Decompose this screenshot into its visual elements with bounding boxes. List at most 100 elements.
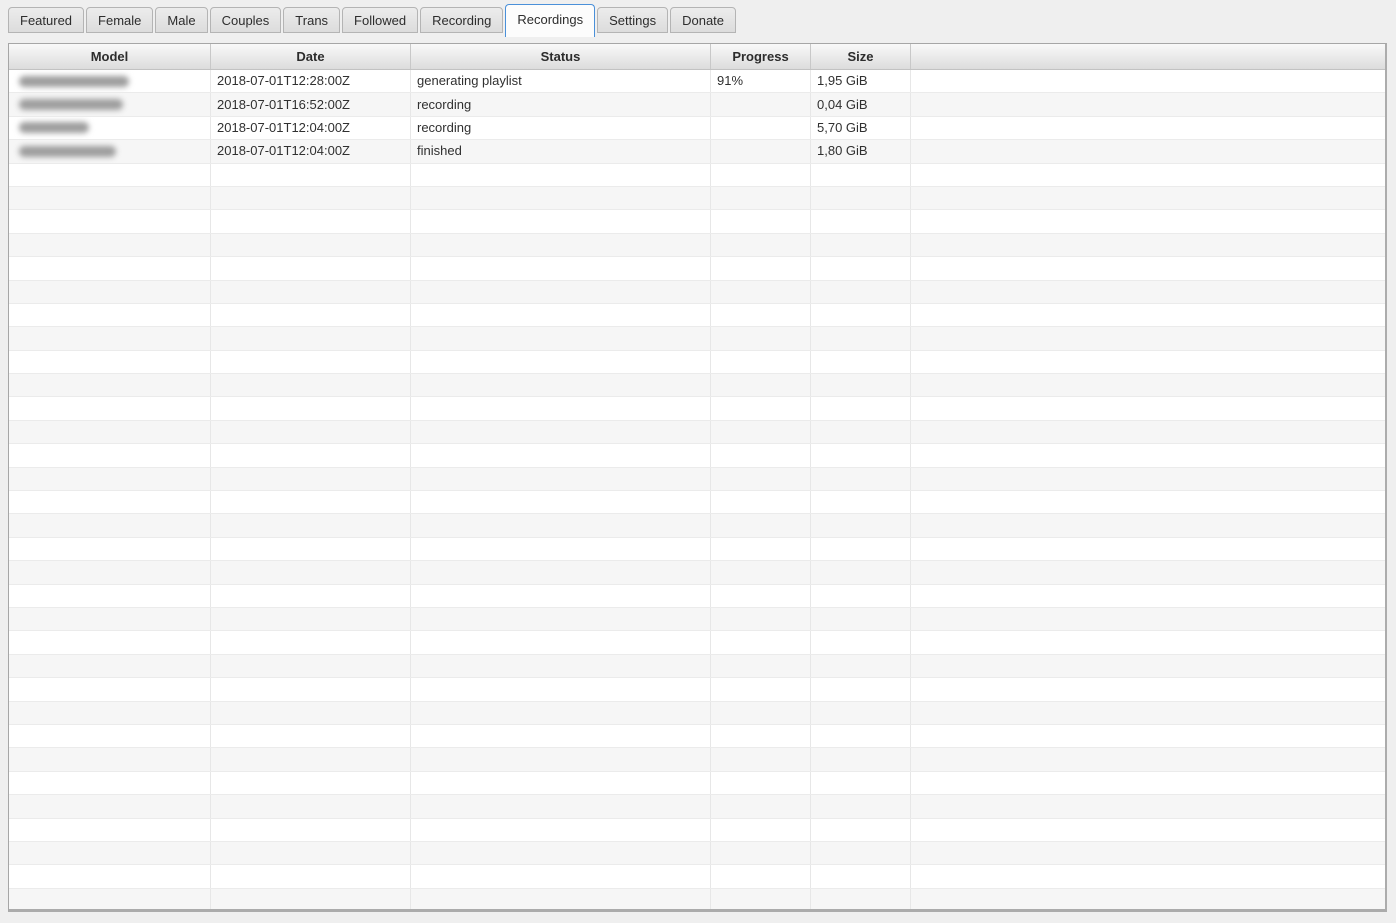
table-row-empty [9, 514, 1385, 538]
cell-extra [911, 444, 1385, 466]
cell-extra [911, 842, 1385, 864]
cell-status [411, 491, 711, 514]
cell-extra [911, 631, 1385, 653]
redacted-model-name [19, 145, 116, 157]
cell-extra [911, 187, 1385, 209]
column-header-size[interactable]: Size [811, 44, 911, 69]
cell-date [211, 771, 411, 795]
cell-progress [711, 257, 811, 280]
table-row[interactable]: 2018-07-01T12:04:00Z recording 5,70 GiB [9, 116, 1385, 141]
tab-recording[interactable]: Recording [420, 7, 504, 33]
cell-date [211, 701, 411, 724]
tab-couples[interactable]: Couples [209, 7, 282, 33]
table-row-empty [9, 257, 1385, 281]
cell-date: 2018-07-01T12:04:00Z [211, 140, 411, 163]
table-row[interactable]: 2018-07-01T12:28:00Z generating playlist 9… [9, 70, 1385, 94]
column-header-date[interactable]: Date [211, 44, 411, 69]
cell-date [211, 584, 411, 607]
cell-status [411, 818, 711, 841]
cell-progress [711, 186, 811, 210]
table-row[interactable]: 2018-07-01T16:52:00Z recording 0,04 GiB [9, 93, 1385, 117]
tab-donate[interactable]: Donate [670, 7, 737, 33]
table-row[interactable]: 2018-07-01T12:04:00Z finished 1,80 GiB [9, 140, 1385, 164]
table-row-empty [9, 654, 1385, 679]
cell-progress [711, 374, 811, 397]
cell-size [811, 888, 911, 909]
cell-date [211, 350, 411, 374]
column-header-model[interactable]: Model [9, 44, 211, 69]
table-row-empty [9, 303, 1385, 328]
table-row-empty [9, 888, 1385, 909]
table-row-empty [9, 607, 1385, 632]
cell-progress [711, 233, 811, 257]
table-row-empty [9, 771, 1385, 796]
cell-size [811, 257, 911, 280]
cell-progress [711, 771, 811, 795]
table-row-empty [9, 397, 1385, 421]
cell-size [811, 748, 911, 771]
cell-size [811, 561, 911, 584]
cell-model [9, 561, 211, 584]
cell-model [9, 491, 211, 514]
table-row-empty [9, 327, 1385, 351]
cell-size [811, 865, 911, 888]
cell-model [9, 678, 211, 701]
cell-date: 2018-07-01T12:28:00Z [211, 70, 411, 93]
cell-size: 1,80 GiB [811, 140, 911, 163]
cell-status [411, 163, 711, 186]
tab-male[interactable]: Male [155, 7, 208, 33]
cell-progress [711, 210, 811, 233]
cell-model [9, 397, 211, 420]
cell-status [411, 795, 711, 818]
cell-date [211, 303, 411, 327]
cell-size [811, 678, 911, 701]
tab-recordings[interactable]: Recordings [505, 4, 596, 37]
table-row-empty [9, 350, 1385, 375]
cell-size [811, 374, 911, 397]
tab-female[interactable]: Female [86, 7, 154, 33]
cell-progress [711, 654, 811, 678]
tab-trans[interactable]: Trans [283, 7, 341, 33]
cell-progress [711, 514, 811, 537]
cell-date [211, 537, 411, 561]
cell-model [9, 865, 211, 888]
cell-extra [911, 304, 1385, 326]
cell-date: 2018-07-01T16:52:00Z [211, 93, 411, 116]
cell-model [9, 257, 211, 280]
column-header-progress[interactable]: Progress [711, 44, 811, 69]
tab-settings[interactable]: Settings [597, 7, 669, 33]
cell-status [411, 654, 711, 678]
table-row-empty [9, 818, 1385, 842]
cell-model [9, 420, 211, 444]
table-body: 2018-07-01T12:28:00Z generating playlist 9… [9, 70, 1385, 909]
table-row-empty [9, 678, 1385, 702]
cell-status [411, 584, 711, 607]
table-row-empty [9, 795, 1385, 819]
cell-size [811, 420, 911, 444]
cell-progress [711, 280, 811, 303]
cell-status [411, 607, 711, 631]
cell-status [411, 771, 711, 795]
cell-date [211, 327, 411, 350]
column-header-status[interactable]: Status [411, 44, 711, 69]
cell-progress [711, 584, 811, 607]
table-row-empty [9, 420, 1385, 445]
table-row-empty [9, 631, 1385, 655]
cell-date [211, 210, 411, 233]
cell-progress [711, 93, 811, 116]
tab-followed[interactable]: Followed [342, 7, 419, 33]
cell-status [411, 865, 711, 888]
tab-featured[interactable]: Featured [8, 7, 85, 33]
cell-status [411, 561, 711, 584]
cell-status [411, 327, 711, 350]
table-row-empty [9, 701, 1385, 725]
cell-model [9, 233, 211, 257]
cell-date [211, 374, 411, 397]
cell-size [811, 467, 911, 491]
cell-size [811, 724, 911, 748]
cell-model [9, 467, 211, 491]
cell-extra [911, 117, 1385, 139]
cell-size [811, 444, 911, 467]
cell-extra [911, 327, 1385, 349]
cell-progress [711, 444, 811, 467]
